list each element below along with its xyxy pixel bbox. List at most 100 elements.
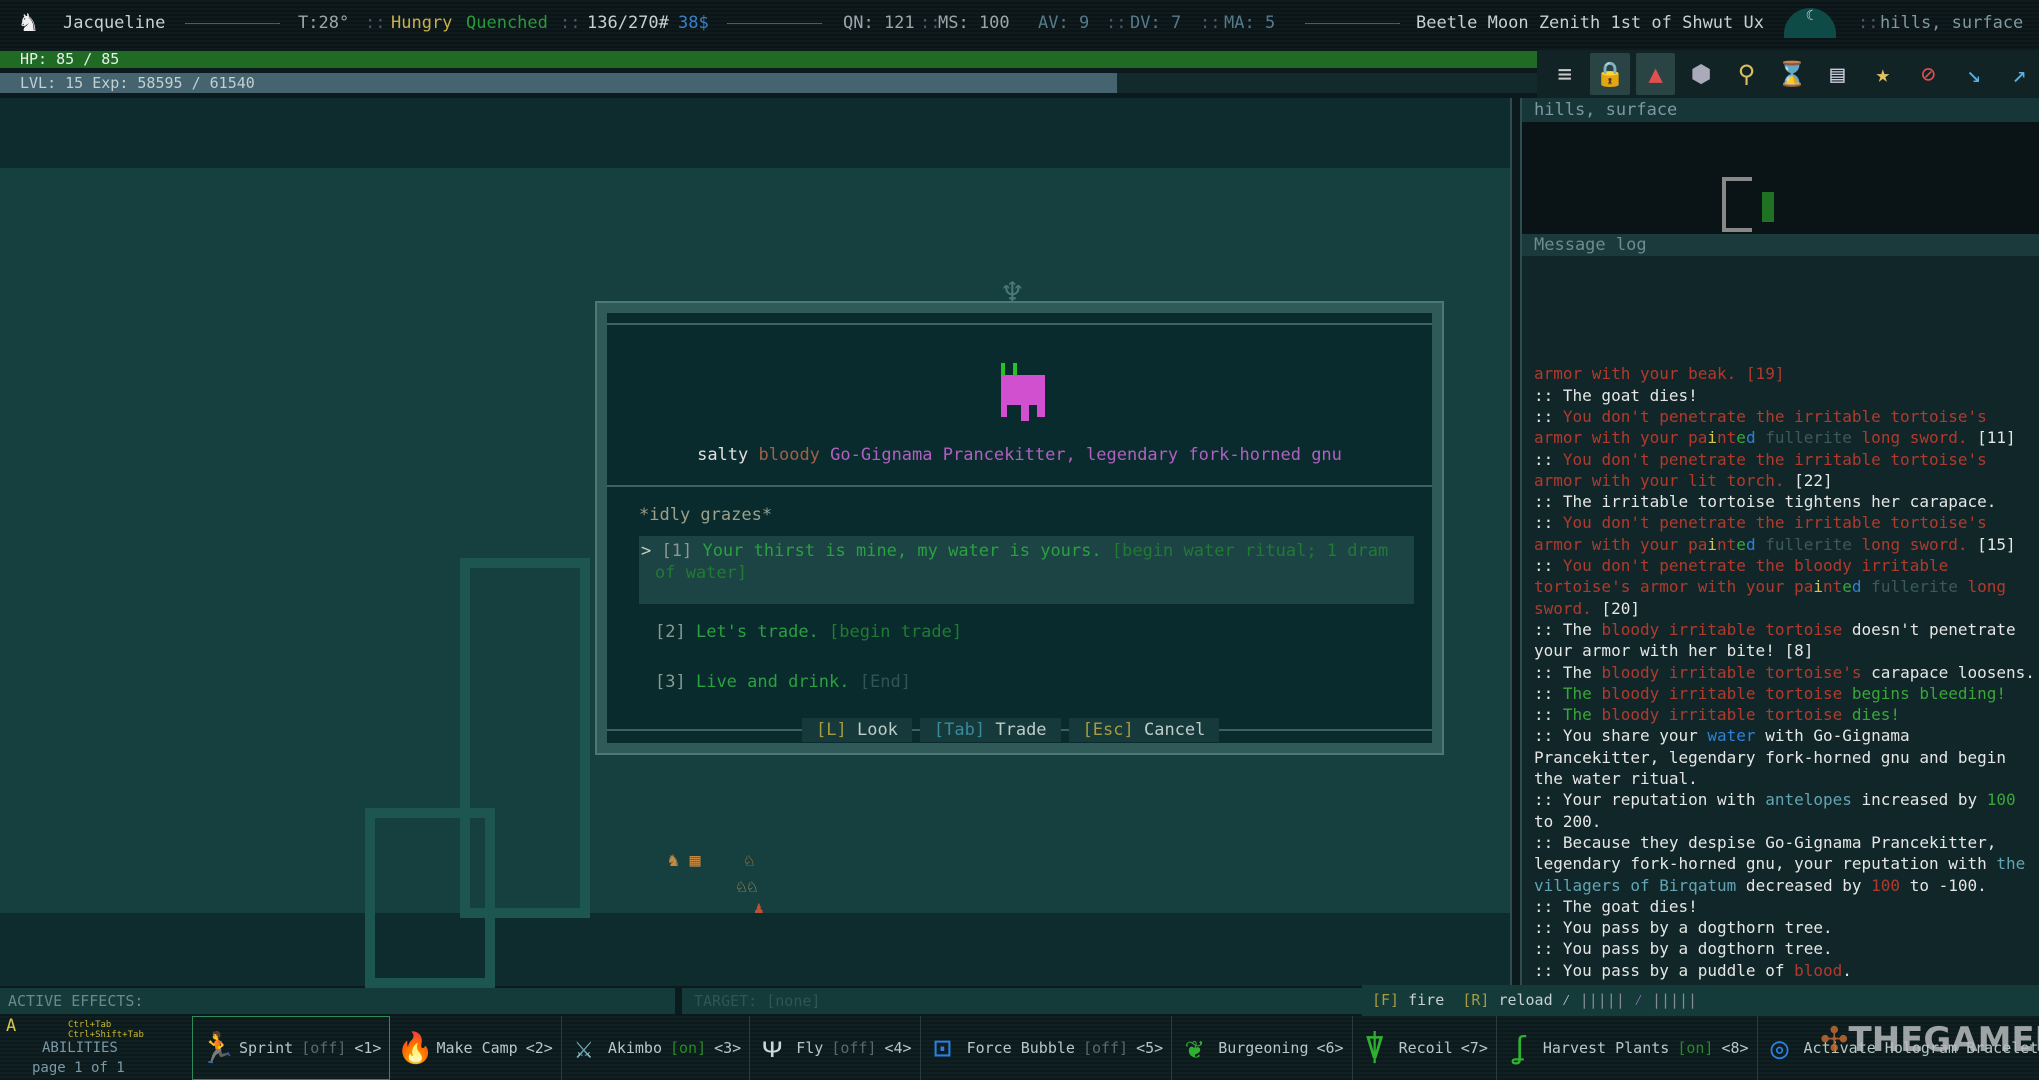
log-text: 100	[1871, 875, 1901, 895]
dialog-button-trade[interactable]: [Tab] Trade	[919, 718, 1061, 742]
hp-bar: HP: 85 / 85	[0, 51, 1537, 68]
log-text: :: You pass by a dogthorn tree.	[1534, 918, 1833, 938]
log-text: :: The	[1534, 662, 1602, 682]
ability-status[interactable]: [on]	[1677, 1039, 1713, 1057]
dialog-option-1[interactable]: > [1] Your thirst is mine, my water is y…	[639, 536, 1414, 604]
ability-hotkey: <5>	[1136, 1039, 1164, 1057]
log-text: antelopes	[1765, 790, 1852, 810]
tinker-icon[interactable]: ★	[1863, 53, 1902, 95]
minimap-label: hills, surface	[1522, 98, 2039, 122]
minimap[interactable]	[1522, 122, 2039, 234]
wings-icon: ᴪ	[763, 1029, 782, 1065]
dialog-option-2[interactable]: [2] Let's trade. [begin trade]	[639, 617, 1414, 647]
divider	[185, 13, 280, 33]
ability-status[interactable]: [off]	[1083, 1039, 1128, 1057]
hunger-status: Hungry	[391, 13, 453, 33]
menu-icon[interactable]: ≡	[1545, 53, 1584, 95]
log-text: :: You pass by a dogthorn tree.	[1534, 939, 1833, 959]
minimap-wall	[1722, 177, 1752, 232]
ability-status[interactable]: [off]	[301, 1039, 346, 1057]
fire-label[interactable]: fire	[1408, 991, 1444, 1009]
creature-icon: ♘♘	[736, 876, 758, 897]
log-text: e	[1736, 428, 1746, 448]
log-text: e	[1736, 534, 1746, 554]
option-number: [3]	[655, 672, 686, 692]
ability-label: Make Camp	[436, 1039, 518, 1057]
log-text: decreased by	[1736, 875, 1872, 895]
log-text: increased by	[1851, 790, 1987, 810]
character-icon[interactable]: ▲	[1635, 53, 1676, 95]
log-text: [15]	[1967, 534, 2016, 554]
log-message: :: You share your water with Go-Gignama …	[1534, 725, 2039, 789]
ability-burgeoning[interactable]: ❦ Burgeoning <6>	[1172, 1016, 1353, 1080]
inventory-icon[interactable]: ⬢	[1681, 53, 1720, 95]
ability-akimbo[interactable]: ⚔ Akimbo [on] <3>	[562, 1016, 751, 1080]
pistol-icon: ⁄	[1561, 991, 1580, 1009]
minimap-player	[1762, 192, 1774, 222]
log-text: blood	[1794, 960, 1843, 980]
ability-label: Force Bubble	[966, 1039, 1075, 1057]
log-text: You don't penetrate the irritable tortoi…	[1534, 449, 1987, 490]
ability-status[interactable]: [on]	[670, 1039, 706, 1057]
log-message: :: Your reputation with antelopes increa…	[1534, 789, 2039, 832]
side-panel: hills, surface Message log armor with yo…	[1522, 98, 2039, 986]
vine-icon: ❦	[1185, 1030, 1204, 1066]
creature-name: salty bloody Go-Gignama Prancekitter, le…	[607, 445, 1432, 465]
reload-key[interactable]: [R]	[1462, 991, 1489, 1009]
ability-status[interactable]: [off]	[831, 1039, 876, 1057]
log-text: ::	[1534, 406, 1563, 426]
log-text: fullerite	[1755, 428, 1862, 448]
ability-force-bubble[interactable]: ⊡ Force Bubble [off] <5>	[921, 1016, 1173, 1080]
quickness: QN: 121	[843, 13, 915, 33]
panel-divider[interactable]	[1510, 98, 1522, 986]
log-text: bloody irritable tortoise	[1601, 705, 1843, 725]
message-log-title: Message log	[1522, 234, 2039, 256]
fire-key[interactable]: [F]	[1372, 991, 1399, 1009]
ability-label: Harvest Plants	[1542, 1039, 1670, 1057]
log-text: nt	[1717, 428, 1737, 448]
compass-icon[interactable]: ⊘	[1909, 53, 1948, 95]
page-hotkeys: Ctrl+Tab Ctrl+Shift+Tab	[68, 1020, 144, 1040]
log-text: [22]	[1784, 470, 1833, 490]
ability-hotkey: <2>	[525, 1039, 553, 1057]
temperature: T:28°	[298, 13, 350, 33]
wait-icon[interactable]: ⌛	[1772, 53, 1811, 95]
player-avatar-icon[interactable]: ♞	[20, 5, 37, 38]
log-text: bloody irritable tortoise's	[1601, 662, 1862, 682]
ascend-icon[interactable]: ↗	[2000, 53, 2039, 95]
lock-icon[interactable]: 🔒	[1590, 53, 1630, 95]
log-text: ::	[1534, 556, 1563, 576]
descend-icon[interactable]: ↘	[1954, 53, 1993, 95]
active-effects: ACTIVE EFFECTS:	[0, 988, 675, 1014]
log-text: :: Your reputation with	[1534, 790, 1766, 810]
thirst-status: Quenched	[466, 13, 548, 33]
look-icon[interactable]: ⚲	[1727, 53, 1766, 95]
ability-harvest-plants[interactable]: ʆ Harvest Plants [on] <8>	[1497, 1016, 1758, 1080]
ability-hotkey: <3>	[714, 1039, 742, 1057]
log-text: nt	[1717, 534, 1737, 554]
message-log[interactable]: armor with your beak. [19]:: The goat di…	[1534, 256, 2039, 981]
abilities-page[interactable]: page 1 of 1	[32, 1060, 125, 1076]
log-text: ::	[1534, 683, 1563, 703]
log-text: ::	[1534, 513, 1563, 533]
log-text: long sword.	[1861, 534, 1968, 554]
ability-sprint[interactable]: 🏃 Sprint [off] <1>	[192, 1016, 391, 1080]
log-text: i	[1707, 534, 1718, 554]
ability-label: Sprint	[239, 1039, 294, 1057]
dialog-button-cancel[interactable]: [Esc] Cancel	[1068, 718, 1220, 742]
ability-make-camp[interactable]: 🔥 Make Camp <2>	[390, 1016, 562, 1080]
ability-recoil[interactable]: ⍒ Recoil <7>	[1353, 1016, 1497, 1080]
sickle-icon: ʆ	[1509, 1030, 1528, 1066]
ability-fly[interactable]: ᴪ Fly [off] <4>	[750, 1016, 921, 1080]
watermark-logo: ✣THEGAMER	[1820, 1020, 2039, 1060]
reload-label[interactable]: reload	[1498, 991, 1552, 1009]
ruin-wall	[365, 808, 495, 988]
dialog-option-3[interactable]: [3] Live and drink. [End]	[639, 667, 1414, 697]
force-bubble-icon: ⊡	[933, 1030, 952, 1066]
carry-weight: 136/270#	[587, 13, 669, 33]
journal-icon[interactable]: ▤	[1818, 53, 1857, 95]
log-text: The	[1562, 705, 1602, 725]
log-text: d	[1745, 534, 1756, 554]
log-message: :: The goat dies!	[1534, 385, 2039, 406]
dialog-button-look[interactable]: [L] Look	[802, 718, 912, 742]
